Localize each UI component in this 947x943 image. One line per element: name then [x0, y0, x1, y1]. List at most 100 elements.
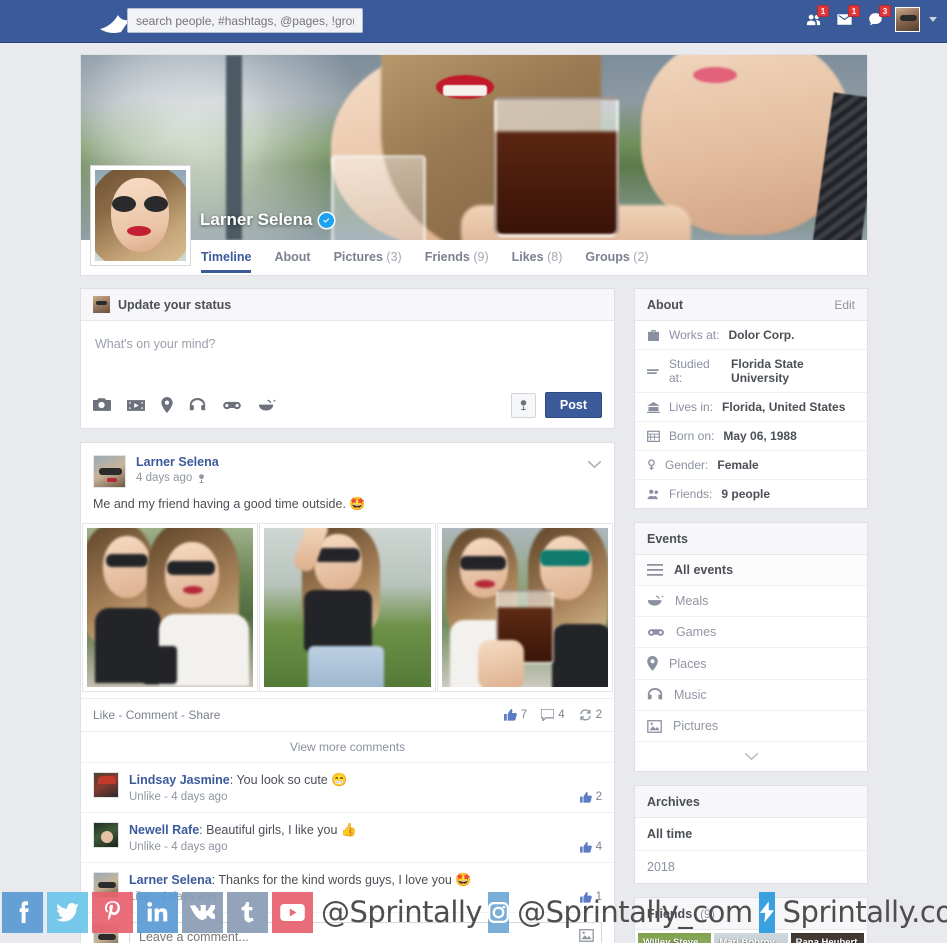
tab-timeline[interactable]: Timeline	[201, 240, 251, 273]
post-photo[interactable]	[438, 524, 612, 691]
video-icon[interactable]	[127, 399, 145, 412]
post-like-link[interactable]: Like	[93, 708, 115, 722]
tab-pictures[interactable]: Pictures (3)	[334, 240, 402, 273]
friend-name: Willey Steve	[643, 937, 707, 943]
avatar[interactable]	[93, 772, 119, 798]
about-label: Born on:	[669, 429, 714, 443]
post-comment-link[interactable]: Comment	[126, 708, 178, 722]
view-more-comments-link[interactable]: View more comments	[81, 731, 614, 762]
separator: -	[115, 708, 126, 722]
events-item-places[interactable]: Places	[635, 648, 867, 680]
events-item-games[interactable]: Games	[635, 617, 867, 648]
comment-item: Newell Rafe: Beautiful girls, I like you…	[81, 812, 614, 862]
people-icon	[647, 489, 660, 500]
comment-emoji: 👍	[341, 822, 357, 837]
comment-input[interactable]	[129, 922, 602, 943]
tab-count: (3)	[386, 250, 401, 264]
comment-text: : Beautiful girls, I like you	[199, 823, 341, 837]
verified-check-icon	[319, 213, 334, 228]
right-sidebar: About Edit Works at: Dolor Corp. Studied…	[634, 288, 868, 943]
events-expand-chevron-down-icon[interactable]	[635, 742, 867, 771]
location-pin-icon[interactable]	[161, 397, 173, 413]
tab-label: About	[274, 250, 310, 264]
comment-unlike-link[interactable]: Unlike	[129, 841, 161, 853]
headphones-icon[interactable]	[189, 398, 206, 413]
friend-tile[interactable]: Mari Bobrov	[714, 933, 787, 943]
friend-tile[interactable]: Rana Heubert	[791, 933, 864, 943]
thumbs-up-icon	[580, 792, 592, 803]
events-item-pictures[interactable]: Pictures	[635, 711, 867, 742]
comment-author[interactable]: Newell Rafe	[129, 823, 199, 837]
status-composer-card: Update your status What's on your mind?	[80, 288, 615, 429]
about-card: About Edit Works at: Dolor Corp. Studied…	[634, 288, 868, 509]
image-attach-icon[interactable]	[579, 929, 594, 943]
status-input-area[interactable]: What's on your mind?	[81, 321, 614, 385]
thumbs-up-icon	[580, 842, 592, 853]
post-like-count[interactable]: 7	[504, 709, 527, 721]
tab-likes[interactable]: Likes (8)	[512, 240, 563, 273]
friend-requests-icon[interactable]: 1	[802, 6, 824, 32]
tab-groups[interactable]: Groups (2)	[585, 240, 648, 273]
events-item-all-events[interactable]: All events	[635, 555, 867, 586]
chevron-down-icon[interactable]	[929, 17, 937, 22]
about-row-born-on: Born on: May 06, 1988	[635, 422, 867, 451]
events-card: Events All events Meals Games	[634, 522, 868, 772]
comment-time: 4 days ago	[171, 841, 227, 853]
comment-composer	[81, 912, 614, 943]
friend-name: Rana Heubert	[796, 937, 860, 943]
post-author[interactable]: Larner Selena	[136, 455, 219, 469]
messages-icon[interactable]: 1	[833, 6, 855, 32]
tab-about[interactable]: About	[274, 240, 310, 273]
game-controller-icon	[647, 627, 665, 638]
archives-header: Archives	[635, 786, 867, 818]
privacy-globe-icon[interactable]	[511, 393, 536, 418]
tab-label: Pictures	[334, 250, 383, 264]
about-row-studied-at: Studied at: Florida State University	[635, 350, 867, 393]
food-bowl-icon[interactable]	[258, 399, 276, 412]
post-comment-count[interactable]: 4	[541, 709, 564, 721]
comment-item: Lindsay Jasmine: You look so cute 😁 Unli…	[81, 762, 614, 812]
separator: -	[178, 708, 189, 722]
comment-like-count[interactable]: 1	[580, 891, 602, 903]
tab-friends[interactable]: Friends (9)	[425, 240, 489, 273]
about-label: Lives in:	[669, 400, 713, 414]
events-item-label: Games	[676, 625, 716, 639]
comment-unlike-link[interactable]: Unlike	[129, 791, 161, 803]
privacy-icon	[197, 473, 206, 484]
comment-like-count[interactable]: 4	[580, 841, 602, 853]
camera-icon[interactable]	[93, 398, 111, 412]
post-share-link[interactable]: Share	[188, 708, 220, 722]
about-value: 9 people	[721, 487, 770, 501]
avatar	[93, 296, 110, 313]
search-input[interactable]	[127, 8, 363, 33]
about-edit-link[interactable]: Edit	[834, 298, 855, 312]
avatar[interactable]	[93, 822, 119, 848]
avatar[interactable]	[93, 455, 126, 488]
tab-label: Likes	[512, 250, 544, 264]
tab-count: (2)	[633, 250, 648, 264]
post-photo[interactable]	[260, 524, 434, 691]
events-item-meals[interactable]: Meals	[635, 586, 867, 617]
events-item-music[interactable]: Music	[635, 680, 867, 711]
notifications-icon[interactable]: 3	[864, 6, 886, 32]
cover-photo[interactable]	[81, 55, 867, 240]
post-share-count[interactable]: 2	[579, 709, 602, 721]
avatar[interactable]	[895, 7, 920, 32]
archives-all-time[interactable]: All time	[635, 818, 867, 851]
profile-avatar[interactable]	[91, 166, 190, 265]
top-navigation-bar: 1 1 3	[0, 0, 947, 43]
post-emoji: 🤩	[349, 496, 365, 511]
comment-like-count[interactable]: 2	[580, 791, 602, 803]
avatar[interactable]	[93, 872, 119, 898]
game-controller-icon[interactable]	[222, 400, 242, 411]
profile-cover-card: Larner Selena Timeline About Pictures (3…	[80, 54, 868, 276]
comment-author[interactable]: Larner Selena	[129, 873, 212, 887]
post-photo[interactable]	[83, 524, 257, 691]
post-menu-chevron-down-icon[interactable]	[587, 457, 602, 472]
post-button[interactable]: Post	[545, 392, 602, 418]
comment-like-link[interactable]: Like	[129, 891, 150, 903]
comment-time: 4 days ago	[171, 791, 227, 803]
archives-year-2018[interactable]: 2018	[635, 851, 867, 883]
comment-author[interactable]: Lindsay Jasmine	[129, 773, 230, 787]
friend-tile[interactable]: Willey Steve	[638, 933, 711, 943]
